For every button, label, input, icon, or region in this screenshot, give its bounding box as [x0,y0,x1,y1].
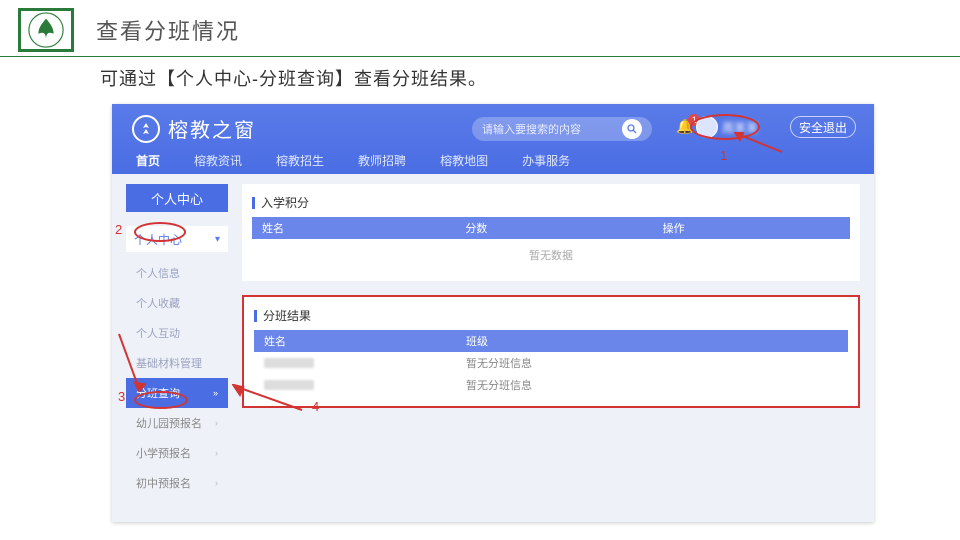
table-row: 暂无分班信息 [254,374,848,396]
logo-icon [27,11,65,49]
sidebar-item-4[interactable]: 分班查询 » [126,378,228,408]
brand-text: 榕教之窗 [168,114,256,143]
nav-tabs: 首页榕教资讯榕教招生教师招聘榕教地图办事服务 [130,148,576,174]
chevron-down-icon: ▾ [215,234,220,245]
col-op: 操作 [653,220,850,236]
page-title: 查看分班情况 [96,14,240,46]
username: 周某某 [722,119,758,136]
col-class: 班级 [456,333,848,349]
chevron-right-icon: › [215,418,218,428]
redacted-name [264,358,314,368]
panel-class-title: 分班结果 [254,305,848,330]
sidebar-item-1[interactable]: 个人收藏 [126,288,228,318]
sidebar-item-label: 个人互动 [136,325,180,341]
table-row: 暂无分班信息 [254,352,848,374]
sidebar-item-label: 个人信息 [136,265,180,281]
nav-tab-0[interactable]: 首页 [130,148,166,177]
sidebar-item-0[interactable]: 个人信息 [126,258,228,288]
sidebar-item-5[interactable]: 幼儿园预报名 › [126,408,228,438]
sidebar-item-label: 幼儿园预报名 [136,415,202,431]
sidebar-item-3[interactable]: 基础材料管理 [126,348,228,378]
panel-score-title: 入学积分 [252,192,850,217]
logout-button[interactable]: 安全退出 [790,116,856,138]
page-title-bar: 查看分班情况 [0,0,960,57]
sidebar-item-label: 个人收藏 [136,295,180,311]
sidebar-item-label: 基础材料管理 [136,355,202,371]
app-screenshot: 榕教之窗 请输入要搜索的内容 🔔 1 周某某 安全退出 首页榕教资讯榕教招生教师… [112,104,874,522]
notifications[interactable]: 🔔 1 [676,118,693,136]
school-logo [18,8,74,52]
sidebar-item-label: 初中预报名 [136,475,191,491]
col-name: 姓名 [254,333,456,349]
nav-tab-4[interactable]: 榕教地图 [434,148,494,177]
col-score: 分数 [455,220,652,236]
redacted-name [264,380,314,390]
chevron-right-icon: › [215,448,218,458]
avatar-icon [696,116,718,138]
class-table-head: 姓名 班级 [254,330,848,352]
nav-tab-5[interactable]: 办事服务 [516,148,576,177]
page-explanation: 可通过【个人中心-分班查询】查看分班结果。 [0,57,960,97]
sidebar-title: 个人中心 [126,184,228,212]
class-cell: 暂无分班信息 [456,355,848,371]
sidebar-item-label: 分班查询 [136,385,180,401]
sidebar: 个人中心 ▾ 个人信息个人收藏个人互动基础材料管理分班查询»幼儿园预报名›小学预… [126,226,228,498]
nav-tab-1[interactable]: 榕教资讯 [188,148,248,177]
search-icon[interactable] [622,119,642,139]
user-menu[interactable]: 周某某 [696,116,758,138]
sidebar-item-6[interactable]: 小学预报名 › [126,438,228,468]
main-content: 入学积分 姓名 分数 操作 暂无数据 分班结果 姓名 班级 暂无分班信息暂无分班… [242,184,860,422]
sidebar-item-label: 小学预报名 [136,445,191,461]
chevron-right-icon: › [215,478,218,488]
panel-score: 入学积分 姓名 分数 操作 暂无数据 [242,184,860,281]
search-placeholder: 请输入要搜索的内容 [482,121,616,137]
class-cell: 暂无分班信息 [456,377,848,393]
sidebar-item-7[interactable]: 初中预报名 › [126,468,228,498]
app-header: 榕教之窗 请输入要搜索的内容 🔔 1 周某某 安全退出 首页榕教资讯榕教招生教师… [112,104,874,174]
panel-class: 分班结果 姓名 班级 暂无分班信息暂无分班信息 [242,295,860,408]
sidebar-head-label: 个人中心 [134,231,182,248]
nav-tab-2[interactable]: 榕教招生 [270,148,330,177]
sidebar-head[interactable]: 个人中心 ▾ [126,226,228,252]
search-input[interactable]: 请输入要搜索的内容 [472,117,652,141]
app-body: 个人中心 个人中心 ▾ 个人信息个人收藏个人互动基础材料管理分班查询 » 幼儿园预报… [112,174,874,522]
score-table-head: 姓名 分数 操作 [252,217,850,239]
score-table-empty: 暂无数据 [252,239,850,271]
col-name: 姓名 [252,220,455,236]
brand-icon [132,115,160,143]
nav-tab-3[interactable]: 教师招聘 [352,148,412,177]
sidebar-item-2[interactable]: 个人互动 [126,318,228,348]
chevron-right-icon: » [213,388,218,398]
